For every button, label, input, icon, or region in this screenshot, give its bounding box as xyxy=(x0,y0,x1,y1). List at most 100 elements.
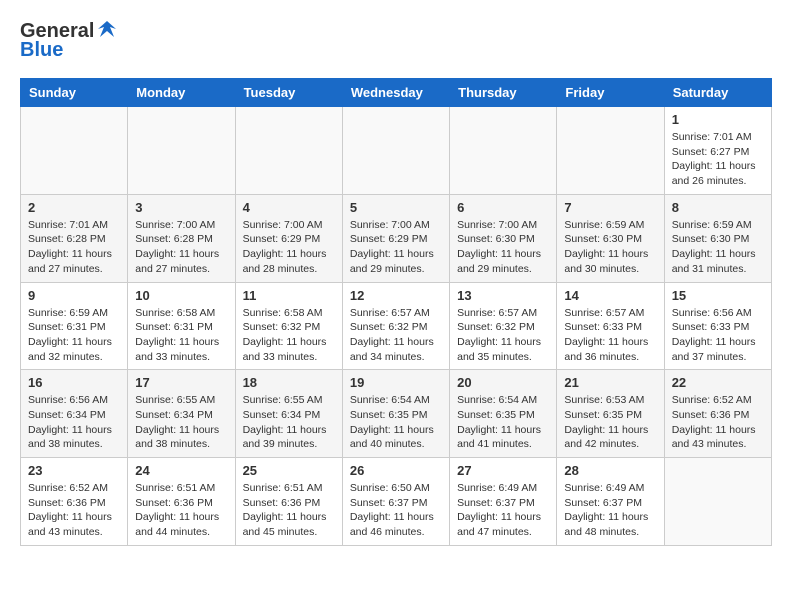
calendar-day-cell xyxy=(235,107,342,195)
calendar-day-cell xyxy=(664,458,771,546)
day-number: 14 xyxy=(564,288,656,303)
calendar-header-row: SundayMondayTuesdayWednesdayThursdayFrid… xyxy=(21,79,772,107)
day-info: Sunrise: 6:55 AM Sunset: 6:34 PM Dayligh… xyxy=(243,393,335,452)
day-info: Sunrise: 6:52 AM Sunset: 6:36 PM Dayligh… xyxy=(28,481,120,540)
day-info: Sunrise: 6:58 AM Sunset: 6:32 PM Dayligh… xyxy=(243,306,335,365)
day-number: 11 xyxy=(243,288,335,303)
col-header-saturday: Saturday xyxy=(664,79,771,107)
col-header-thursday: Thursday xyxy=(450,79,557,107)
day-info: Sunrise: 6:52 AM Sunset: 6:36 PM Dayligh… xyxy=(672,393,764,452)
day-number: 22 xyxy=(672,375,764,390)
day-info: Sunrise: 7:01 AM Sunset: 6:27 PM Dayligh… xyxy=(672,130,764,189)
day-info: Sunrise: 6:51 AM Sunset: 6:36 PM Dayligh… xyxy=(243,481,335,540)
day-number: 27 xyxy=(457,463,549,478)
day-number: 20 xyxy=(457,375,549,390)
day-number: 5 xyxy=(350,200,442,215)
day-info: Sunrise: 6:56 AM Sunset: 6:33 PM Dayligh… xyxy=(672,306,764,365)
day-info: Sunrise: 7:00 AM Sunset: 6:29 PM Dayligh… xyxy=(350,218,442,277)
col-header-tuesday: Tuesday xyxy=(235,79,342,107)
day-info: Sunrise: 6:56 AM Sunset: 6:34 PM Dayligh… xyxy=(28,393,120,452)
calendar-week-row: 9Sunrise: 6:59 AM Sunset: 6:31 PM Daylig… xyxy=(21,282,772,370)
calendar-table: SundayMondayTuesdayWednesdayThursdayFrid… xyxy=(20,78,772,546)
day-info: Sunrise: 6:57 AM Sunset: 6:33 PM Dayligh… xyxy=(564,306,656,365)
day-number: 19 xyxy=(350,375,442,390)
day-info: Sunrise: 7:00 AM Sunset: 6:28 PM Dayligh… xyxy=(135,218,227,277)
calendar-day-cell xyxy=(21,107,128,195)
day-info: Sunrise: 6:54 AM Sunset: 6:35 PM Dayligh… xyxy=(457,393,549,452)
calendar-day-cell: 12 Sunrise: 6:57 AM Sunset: 6:32 PM Dayli… xyxy=(342,282,449,370)
calendar-day-cell: 8 Sunrise: 6:59 AM Sunset: 6:30 PM Daylig… xyxy=(664,194,771,282)
logo-blue-text: Blue xyxy=(20,39,63,62)
calendar-day-cell: 18 Sunrise: 6:55 AM Sunset: 6:34 PM Dayli… xyxy=(235,370,342,458)
calendar-day-cell: 13 Sunrise: 6:57 AM Sunset: 6:32 PM Dayli… xyxy=(450,282,557,370)
calendar-day-cell: 5 Sunrise: 7:00 AM Sunset: 6:29 PM Daylig… xyxy=(342,194,449,282)
calendar-day-cell: 17 Sunrise: 6:55 AM Sunset: 6:34 PM Dayli… xyxy=(128,370,235,458)
calendar-day-cell xyxy=(128,107,235,195)
calendar-day-cell: 6 Sunrise: 7:00 AM Sunset: 6:30 PM Daylig… xyxy=(450,194,557,282)
calendar-day-cell: 19 Sunrise: 6:54 AM Sunset: 6:35 PM Dayli… xyxy=(342,370,449,458)
day-number: 28 xyxy=(564,463,656,478)
day-number: 23 xyxy=(28,463,120,478)
day-number: 8 xyxy=(672,200,764,215)
calendar-day-cell: 10Sunrise: 6:58 AM Sunset: 6:31 PM Dayli… xyxy=(128,282,235,370)
day-info: Sunrise: 6:53 AM Sunset: 6:35 PM Dayligh… xyxy=(564,393,656,452)
calendar-week-row: 23 Sunrise: 6:52 AM Sunset: 6:36 PM Dayli… xyxy=(21,458,772,546)
day-info: Sunrise: 6:59 AM Sunset: 6:30 PM Dayligh… xyxy=(564,218,656,277)
day-number: 4 xyxy=(243,200,335,215)
day-number: 15 xyxy=(672,288,764,303)
calendar-day-cell: 25Sunrise: 6:51 AM Sunset: 6:36 PM Dayli… xyxy=(235,458,342,546)
calendar-day-cell: 11 Sunrise: 6:58 AM Sunset: 6:32 PM Dayli… xyxy=(235,282,342,370)
logo-bird-icon xyxy=(96,19,118,41)
day-number: 1 xyxy=(672,112,764,127)
calendar-day-cell xyxy=(450,107,557,195)
day-info: Sunrise: 7:00 AM Sunset: 6:30 PM Dayligh… xyxy=(457,218,549,277)
day-info: Sunrise: 7:00 AM Sunset: 6:29 PM Dayligh… xyxy=(243,218,335,277)
day-info: Sunrise: 6:59 AM Sunset: 6:30 PM Dayligh… xyxy=(672,218,764,277)
calendar-day-cell: 2 Sunrise: 7:01 AM Sunset: 6:28 PM Daylig… xyxy=(21,194,128,282)
day-info: Sunrise: 6:50 AM Sunset: 6:37 PM Dayligh… xyxy=(350,481,442,540)
calendar-day-cell: 28 Sunrise: 6:49 AM Sunset: 6:37 PM Dayli… xyxy=(557,458,664,546)
calendar-day-cell: 4 Sunrise: 7:00 AM Sunset: 6:29 PM Daylig… xyxy=(235,194,342,282)
day-info: Sunrise: 7:01 AM Sunset: 6:28 PM Dayligh… xyxy=(28,218,120,277)
calendar-day-cell xyxy=(557,107,664,195)
day-number: 24 xyxy=(135,463,227,478)
day-info: Sunrise: 6:57 AM Sunset: 6:32 PM Dayligh… xyxy=(457,306,549,365)
col-header-friday: Friday xyxy=(557,79,664,107)
day-number: 3 xyxy=(135,200,227,215)
calendar-day-cell: 23 Sunrise: 6:52 AM Sunset: 6:36 PM Dayli… xyxy=(21,458,128,546)
day-number: 2 xyxy=(28,200,120,215)
calendar-day-cell: 9Sunrise: 6:59 AM Sunset: 6:31 PM Daylig… xyxy=(21,282,128,370)
calendar-day-cell: 24 Sunrise: 6:51 AM Sunset: 6:36 PM Dayli… xyxy=(128,458,235,546)
day-info: Sunrise: 6:49 AM Sunset: 6:37 PM Dayligh… xyxy=(564,481,656,540)
day-number: 13 xyxy=(457,288,549,303)
calendar-week-row: 16Sunrise: 6:56 AM Sunset: 6:34 PM Dayli… xyxy=(21,370,772,458)
day-info: Sunrise: 6:55 AM Sunset: 6:34 PM Dayligh… xyxy=(135,393,227,452)
calendar-day-cell: 7 Sunrise: 6:59 AM Sunset: 6:30 PM Daylig… xyxy=(557,194,664,282)
calendar-day-cell: 3 Sunrise: 7:00 AM Sunset: 6:28 PM Daylig… xyxy=(128,194,235,282)
logo: General Blue xyxy=(20,20,118,62)
calendar-week-row: 1 Sunrise: 7:01 AM Sunset: 6:27 PM Daylig… xyxy=(21,107,772,195)
page-header: General Blue xyxy=(20,20,772,62)
calendar-day-cell: 22 Sunrise: 6:52 AM Sunset: 6:36 PM Dayli… xyxy=(664,370,771,458)
day-number: 26 xyxy=(350,463,442,478)
calendar-day-cell: 16Sunrise: 6:56 AM Sunset: 6:34 PM Dayli… xyxy=(21,370,128,458)
day-info: Sunrise: 6:58 AM Sunset: 6:31 PM Dayligh… xyxy=(135,306,227,365)
col-header-wednesday: Wednesday xyxy=(342,79,449,107)
calendar-day-cell: 27 Sunrise: 6:49 AM Sunset: 6:37 PM Dayli… xyxy=(450,458,557,546)
day-info: Sunrise: 6:51 AM Sunset: 6:36 PM Dayligh… xyxy=(135,481,227,540)
day-info: Sunrise: 6:57 AM Sunset: 6:32 PM Dayligh… xyxy=(350,306,442,365)
calendar-day-cell: 1 Sunrise: 7:01 AM Sunset: 6:27 PM Daylig… xyxy=(664,107,771,195)
calendar-day-cell: 26 Sunrise: 6:50 AM Sunset: 6:37 PM Dayli… xyxy=(342,458,449,546)
day-info: Sunrise: 6:54 AM Sunset: 6:35 PM Dayligh… xyxy=(350,393,442,452)
day-number: 9 xyxy=(28,288,120,303)
day-number: 7 xyxy=(564,200,656,215)
day-number: 18 xyxy=(243,375,335,390)
day-number: 6 xyxy=(457,200,549,215)
calendar-day-cell: 15 Sunrise: 6:56 AM Sunset: 6:33 PM Dayli… xyxy=(664,282,771,370)
calendar-week-row: 2 Sunrise: 7:01 AM Sunset: 6:28 PM Daylig… xyxy=(21,194,772,282)
calendar-day-cell xyxy=(342,107,449,195)
day-number: 17 xyxy=(135,375,227,390)
col-header-monday: Monday xyxy=(128,79,235,107)
day-info: Sunrise: 6:49 AM Sunset: 6:37 PM Dayligh… xyxy=(457,481,549,540)
day-number: 12 xyxy=(350,288,442,303)
